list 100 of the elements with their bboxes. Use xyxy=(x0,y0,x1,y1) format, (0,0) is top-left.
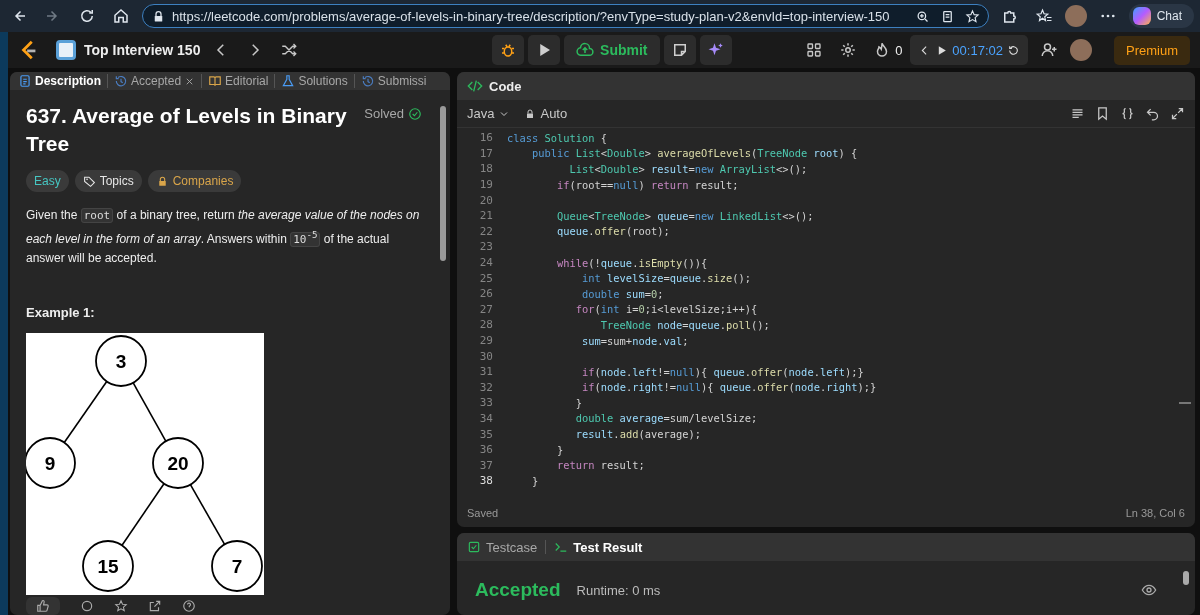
profile-avatar[interactable] xyxy=(1064,5,1087,27)
timer-control[interactable]: 00:17:02 xyxy=(910,35,1028,65)
eye-icon[interactable] xyxy=(1141,582,1157,598)
verdict-text: Accepted xyxy=(475,579,561,601)
line-number: 30 xyxy=(478,349,493,363)
like-button[interactable] xyxy=(26,597,60,615)
share-icon[interactable] xyxy=(148,599,162,613)
format-icon[interactable] xyxy=(1070,106,1085,121)
line-number: 26 xyxy=(478,287,493,301)
address-bar[interactable]: https://leetcode.com/problems/average-of-levels-in-binary-tree/description/?envType=study-plan-v2&envId=top-interview-150 xyxy=(142,4,989,28)
flask-icon xyxy=(281,74,296,89)
panel-tab[interactable]: Description xyxy=(16,74,103,89)
check-circle-icon xyxy=(408,106,422,121)
debug-button[interactable] xyxy=(492,35,525,65)
line-number: 31 xyxy=(478,365,493,379)
history-icon xyxy=(114,74,128,89)
runtime-text: Runtime: 0 ms xyxy=(576,582,661,598)
scrollbar-marker xyxy=(1179,402,1191,404)
line-number: 35 xyxy=(478,427,493,441)
line-number: 28 xyxy=(478,318,493,332)
timer-text: 00:17:02 xyxy=(952,42,1003,58)
expand-icon[interactable] xyxy=(1170,106,1185,121)
panel-tab[interactable]: Solutions xyxy=(279,74,350,89)
line-number: 32 xyxy=(478,380,493,394)
line-number: 22 xyxy=(478,224,493,238)
code-line: if(node.right!=null){ queue.offer(node.right);} xyxy=(581,381,877,394)
favorite-icon[interactable] xyxy=(964,8,980,24)
code-line: TreeNode node=queue.poll(); xyxy=(599,318,770,331)
document-icon xyxy=(18,74,32,89)
line-number: 27 xyxy=(478,302,493,316)
scrollbar-thumb[interactable] xyxy=(1183,571,1189,585)
study-plan-icon xyxy=(56,40,76,60)
streak-counter[interactable]: 0 xyxy=(869,41,903,59)
solved-label: Solved xyxy=(364,106,404,122)
panel-tab[interactable]: Test Result xyxy=(554,539,643,555)
book-icon xyxy=(208,74,223,89)
home-icon[interactable] xyxy=(112,7,130,25)
code-line: List<Double> result=new ArrayList<>(); xyxy=(568,163,808,175)
comment-icon[interactable] xyxy=(80,599,94,613)
line-number: 19 xyxy=(478,178,493,192)
study-plan-link[interactable]: Top Interview 150 xyxy=(56,40,201,60)
cursor-position: Ln 38, Col 6 xyxy=(1125,507,1185,519)
line-number: 29 xyxy=(478,334,493,347)
line-number: 37 xyxy=(478,458,493,472)
line-number: 20 xyxy=(478,193,493,207)
ai-button[interactable] xyxy=(699,35,732,65)
language-selector[interactable]: Java xyxy=(467,106,511,121)
copilot-icon xyxy=(1132,7,1151,25)
code-line: double average=sum/levelSize; xyxy=(574,412,758,425)
url-text: https://leetcode.com/problems/average-of-levels-in-binary-tree/description/?envType=study-plan-v2&envId=top-interview-150 xyxy=(172,8,891,24)
tag-icon xyxy=(82,174,96,188)
add-user-icon[interactable] xyxy=(1039,41,1058,59)
reset-icon xyxy=(1006,43,1020,57)
help-icon[interactable] xyxy=(182,599,196,613)
code-line: sum=sum+node.val; xyxy=(581,334,689,347)
code-line: if(node.left!=null){ queue.offer(node.left);} xyxy=(581,365,864,378)
submit-button[interactable]: Submit xyxy=(564,35,660,65)
code-line: queue.offer(root); xyxy=(556,225,670,238)
reset-icon[interactable] xyxy=(1145,106,1160,121)
difficulty-badge: Easy xyxy=(26,170,69,193)
braces-icon[interactable] xyxy=(1120,106,1135,121)
code-line: Queue<TreeNode> queue=new LinkedList<>(); xyxy=(556,209,814,222)
companies-button[interactable]: Companies xyxy=(147,170,242,193)
line-number: 33 xyxy=(478,396,493,410)
topics-button[interactable]: Topics xyxy=(74,170,142,193)
panel-tab[interactable]: Accepted xyxy=(112,74,198,89)
line-number: 17 xyxy=(478,146,493,160)
problem-title: 637. Average of Levels in Binary Tree xyxy=(26,103,348,158)
code-line: result.add(average); xyxy=(574,428,701,441)
refresh-icon[interactable] xyxy=(78,7,96,25)
tree-diagram: 3 9 20 15 7 xyxy=(26,333,264,595)
code-line: return result; xyxy=(556,459,645,472)
bookmark-icon[interactable] xyxy=(1095,106,1110,121)
chat-label: Chat xyxy=(1156,9,1182,23)
chat-button[interactable]: Chat xyxy=(1128,4,1194,28)
panel-tab[interactable]: Submissi xyxy=(358,74,429,89)
scrollbar-thumb[interactable] xyxy=(440,106,446,262)
note-button[interactable] xyxy=(663,35,696,65)
example-heading: Example 1: xyxy=(26,305,96,320)
panel-tab[interactable]: Editorial xyxy=(206,74,271,89)
code-line: } xyxy=(531,474,539,487)
code-line: } xyxy=(574,396,583,409)
code-icon xyxy=(467,78,483,94)
settings-icon[interactable] xyxy=(839,41,858,59)
user-avatar[interactable] xyxy=(1069,39,1092,61)
code-line: while(!queue.isEmpty()){ xyxy=(556,256,708,269)
code-line: for(int i=0;i<levelSize;i++){ xyxy=(574,303,758,316)
mode-selector[interactable]: Auto xyxy=(524,106,568,121)
code-line: int levelSize=queue.size(); xyxy=(581,272,752,285)
checkbox-icon xyxy=(467,540,481,554)
premium-button[interactable]: Premium xyxy=(1113,35,1190,65)
code-line: class Solution { xyxy=(507,131,608,144)
save-status: Saved xyxy=(467,507,499,519)
shuffle-icon[interactable] xyxy=(280,41,299,59)
panel-tab[interactable]: Testcase xyxy=(467,539,538,555)
star-icon[interactable] xyxy=(114,599,128,613)
code-line: } xyxy=(556,443,564,456)
run-button[interactable] xyxy=(528,35,561,65)
layout-icon[interactable] xyxy=(805,41,824,59)
code-line: public List<Double> averageOfLevels(TreeNode root) { xyxy=(531,147,858,160)
